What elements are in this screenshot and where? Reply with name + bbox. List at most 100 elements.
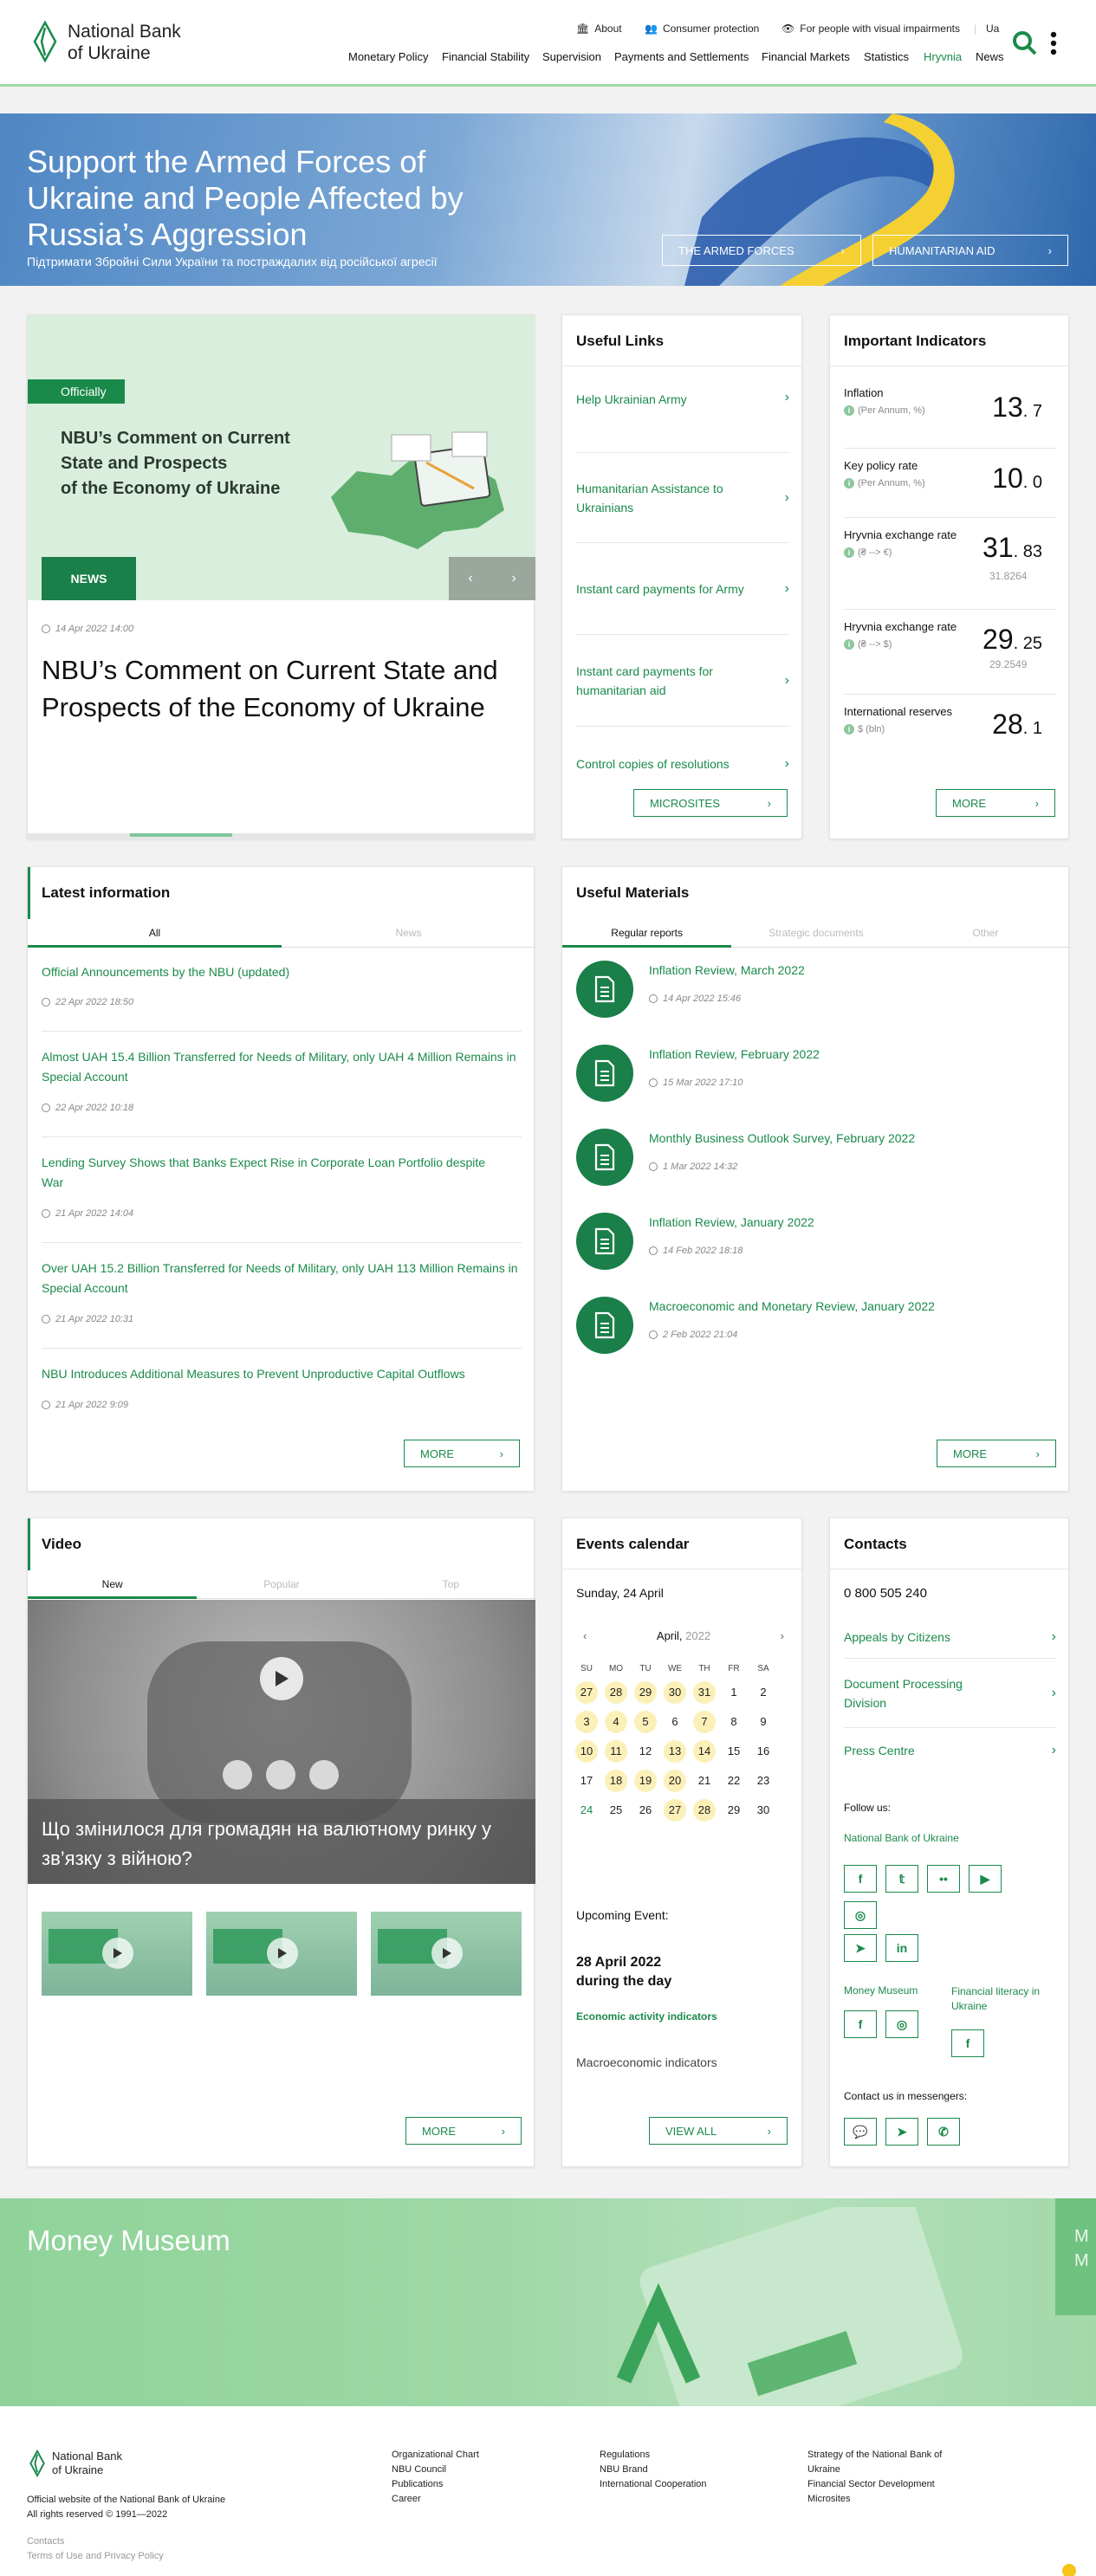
indicators-more-button[interactable]: MORE › [936,789,1055,817]
chat-icon[interactable]: 💬 [844,2118,877,2146]
tab-all[interactable]: All [28,921,282,948]
list-item[interactable]: Appeals by Citizens › [844,1615,1056,1659]
instagram-icon[interactable]: ◎ [844,1901,877,1929]
calendar-day[interactable]: 27 [572,1678,601,1707]
tab-top[interactable]: Top [366,1572,535,1598]
list-item[interactable]: Lending Survey Shows that Banks Expect R… [42,1137,522,1243]
nav-payments[interactable]: Payments and Settlements [614,50,749,63]
flickr-icon[interactable]: •• [927,1865,960,1893]
nbu-logo-icon[interactable] [33,21,57,62]
calendar-day[interactable]: 13 [660,1737,690,1766]
nav-statistics[interactable]: Statistics [864,50,909,63]
list-item[interactable]: Humanitarian Assistance to Ukrainians › [576,453,789,543]
calendar-day[interactable]: 27 [660,1796,690,1825]
list-item[interactable]: Document Processing Division › [844,1659,1056,1728]
calendar-day[interactable]: 28 [601,1678,631,1707]
upcoming-event-link[interactable]: Economic activity indicators [576,2010,717,2023]
calendar-day[interactable]: 25 [601,1796,631,1825]
more-vertical-icon[interactable] [1048,31,1059,55]
calendar-day[interactable]: 1 [719,1678,749,1707]
calendar-day[interactable]: 9 [749,1707,778,1737]
tab-news[interactable]: News [282,921,535,947]
calendar-day[interactable]: 16 [749,1737,778,1766]
month-label[interactable]: April, [657,1629,683,1642]
video-thumbnail[interactable] [206,1912,357,1996]
footer-logo-text[interactable]: National Bank of Ukraine [52,2450,122,2477]
latest-more-button[interactable]: MORE › [404,1440,520,1467]
calendar-day[interactable]: 20 [660,1766,690,1796]
footer-link[interactable]: Publications [392,2477,479,2492]
logo-text[interactable]: National Bank of Ukraine [68,21,181,64]
calendar-day[interactable]: 29 [719,1796,749,1825]
tab-other[interactable]: Other [901,921,1070,947]
list-item[interactable]: Macroeconomic and Monetary Review, Janua… [576,1297,1056,1381]
prev-month-icon[interactable]: ‹ [583,1629,587,1642]
calendar-day[interactable]: 11 [601,1737,631,1766]
calendar-day[interactable]: 19 [631,1766,660,1796]
search-icon[interactable] [1012,30,1038,56]
indicator-inflation[interactable]: Inflation i (Per Annum, %) 13. 7 [844,379,1056,449]
footer-link[interactable]: International Cooperation [600,2477,707,2492]
money-museum-banner[interactable]: Money Museum M M [0,2198,1096,2406]
calendar-day[interactable]: 8 [719,1707,749,1737]
calendar-day[interactable]: 30 [749,1796,778,1825]
language-switch[interactable]: Ua [986,23,999,35]
list-item[interactable]: Monthly Business Outlook Survey, Februar… [576,1129,1056,1213]
facebook-icon[interactable]: f [844,2010,877,2038]
telegram-icon[interactable]: ➤ [844,1934,877,1962]
linkedin-icon[interactable]: in [885,1934,918,1962]
tab-regular-reports[interactable]: Regular reports [562,921,732,948]
calendar-day[interactable]: 26 [631,1796,660,1825]
nav-financial-markets[interactable]: Financial Markets [762,50,850,63]
footer-link[interactable]: Financial Sector Development [807,2477,972,2492]
news-title[interactable]: NBU’s Comment on Current State and Prosp… [42,651,518,726]
next-month-icon[interactable]: › [781,1629,784,1642]
list-item[interactable]: NBU Introduces Additional Measures to Pr… [42,1349,522,1427]
year-label[interactable]: 2022 [685,1629,710,1642]
list-item[interactable]: Official Announcements by the NBU (updat… [42,954,522,1032]
footer-link[interactable]: NBU Brand [600,2463,707,2477]
list-item[interactable]: Help Ukrainian Army › [576,386,789,453]
video-more-button[interactable]: MORE › [405,2117,522,2145]
indicator-key-policy-rate[interactable]: Key policy rate i (Per Annum, %) 10. 0 [844,449,1056,518]
support-banner[interactable]: Support the Armed Forces of Ukraine and … [0,113,1096,286]
slider-next-icon[interactable]: › [492,557,535,600]
news-tag[interactable]: NEWS [42,557,136,600]
footer-link[interactable]: Organizational Chart [392,2448,479,2463]
footer-link[interactable]: NBU Council [392,2463,479,2477]
list-item[interactable]: Inflation Review, February 2022 15 Mar 20… [576,1045,1056,1129]
calendar-day[interactable]: 30 [660,1678,690,1707]
calendar-day[interactable]: 12 [631,1737,660,1766]
list-item[interactable]: Inflation Review, January 2022 14 Feb 202… [576,1213,1056,1297]
twitter-icon[interactable]: 𝕥 [885,1865,918,1893]
calendar-day[interactable]: 4 [601,1707,631,1737]
calendar-day[interactable]: 5 [631,1707,660,1737]
calendar-day[interactable]: 18 [601,1766,631,1796]
footer-link[interactable]: Regulations [600,2448,707,2463]
nbu-logo-icon[interactable] [29,2450,45,2477]
video-thumbnail[interactable] [371,1912,522,1996]
list-item[interactable]: Over UAH 15.2 Billion Transferred for Ne… [42,1243,522,1349]
footer-terms-link[interactable]: Terms of Use and Privacy Policy [27,2549,164,2564]
news-slide-image[interactable]: Officially NBU’s Comment on Current Stat… [28,315,535,600]
calendar-day-today[interactable]: 24 [572,1796,601,1825]
youtube-icon[interactable]: ▶ [969,1865,1002,1893]
microsites-button[interactable]: MICROSITES › [633,789,788,817]
nav-hryvnia[interactable]: Hryvnia [924,50,962,63]
scroll-top-icon[interactable] [1062,2564,1076,2576]
instagram-icon[interactable]: ◎ [885,2010,918,2038]
facebook-icon[interactable]: f [951,2029,984,2057]
list-item[interactable]: Press Centre › [844,1728,1056,1773]
play-icon[interactable] [260,1657,303,1700]
calendar-day[interactable]: 15 [719,1737,749,1766]
indicator-uah-usd[interactable]: Hryvnia exchange rate i (₴ --> $) 29. 25 … [844,610,1056,695]
calendar-day[interactable]: 29 [631,1678,660,1707]
nav-monetary-policy[interactable]: Monetary Policy [348,50,428,63]
view-all-button[interactable]: VIEW ALL › [649,2117,788,2145]
calendar-day[interactable]: 21 [690,1766,719,1796]
calendar-day[interactable]: 6 [660,1707,690,1737]
calendar-day[interactable]: 14 [690,1737,719,1766]
footer-link[interactable]: Career [392,2492,479,2507]
humanitarian-aid-button[interactable]: HUMANITARIAN AID › [872,235,1068,266]
calendar-day[interactable]: 10 [572,1737,601,1766]
